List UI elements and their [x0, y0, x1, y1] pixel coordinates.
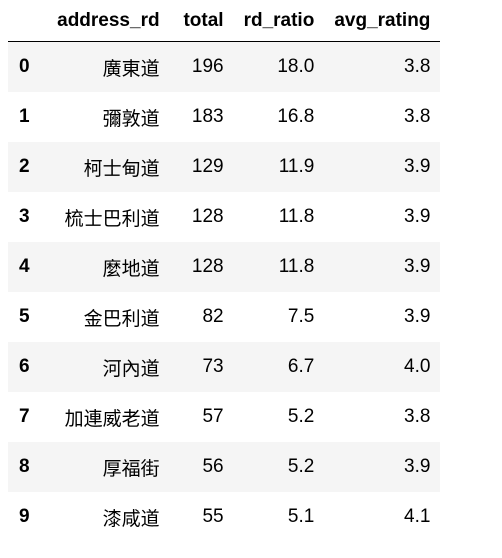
- cell-address-rd: 河內道: [37, 342, 170, 392]
- row-index: 2: [8, 142, 38, 192]
- cell-rd-ratio: 18.0: [233, 41, 325, 92]
- cell-address-rd: 彌敦道: [37, 92, 170, 142]
- column-header-total: total: [169, 0, 234, 42]
- cell-avg-rating: 3.8: [324, 92, 441, 142]
- column-header-avg-rating: avg_rating: [324, 0, 441, 42]
- table-header: address_rd total rd_ratio avg_rating: [8, 0, 441, 42]
- index-header: [8, 0, 38, 42]
- cell-total: 82: [169, 292, 234, 342]
- cell-address-rd: 柯士甸道: [37, 142, 170, 192]
- cell-total: 128: [169, 192, 234, 242]
- table-row: 5 金巴利道 82 7.5 3.9: [8, 292, 441, 342]
- cell-rd-ratio: 11.9: [233, 142, 325, 192]
- cell-total: 73: [169, 342, 234, 392]
- cell-avg-rating: 3.8: [324, 41, 441, 92]
- row-index: 3: [8, 192, 38, 242]
- column-header-address-rd: address_rd: [37, 0, 170, 42]
- cell-rd-ratio: 6.7: [233, 342, 325, 392]
- cell-rd-ratio: 5.1: [233, 492, 325, 542]
- table-row: 2 柯士甸道 129 11.9 3.9: [8, 142, 441, 192]
- cell-total: 55: [169, 492, 234, 542]
- cell-avg-rating: 3.9: [324, 192, 441, 242]
- cell-rd-ratio: 5.2: [233, 392, 325, 442]
- cell-total: 56: [169, 442, 234, 492]
- cell-avg-rating: 4.0: [324, 342, 441, 392]
- dataframe-table: address_rd total rd_ratio avg_rating 0 廣…: [8, 0, 441, 542]
- cell-rd-ratio: 5.2: [233, 442, 325, 492]
- cell-rd-ratio: 7.5: [233, 292, 325, 342]
- column-header-rd-ratio: rd_ratio: [233, 0, 325, 42]
- cell-rd-ratio: 16.8: [233, 92, 325, 142]
- table-row: 8 厚福街 56 5.2 3.9: [8, 442, 441, 492]
- cell-total: 183: [169, 92, 234, 142]
- cell-rd-ratio: 11.8: [233, 192, 325, 242]
- cell-avg-rating: 3.9: [324, 442, 441, 492]
- row-index: 1: [8, 92, 38, 142]
- cell-address-rd: 漆咸道: [37, 492, 170, 542]
- cell-address-rd: 厚福街: [37, 442, 170, 492]
- table-row: 3 梳士巴利道 128 11.8 3.9: [8, 192, 441, 242]
- cell-avg-rating: 3.9: [324, 242, 441, 292]
- cell-address-rd: 加連威老道: [37, 392, 170, 442]
- table-body: 0 廣東道 196 18.0 3.8 1 彌敦道 183 16.8 3.8 2 …: [8, 41, 441, 542]
- cell-address-rd: 金巴利道: [37, 292, 170, 342]
- cell-address-rd: 梳士巴利道: [37, 192, 170, 242]
- table-row: 7 加連威老道 57 5.2 3.8: [8, 392, 441, 442]
- cell-avg-rating: 4.1: [324, 492, 441, 542]
- header-row: address_rd total rd_ratio avg_rating: [8, 0, 441, 42]
- cell-address-rd: 麼地道: [37, 242, 170, 292]
- cell-total: 57: [169, 392, 234, 442]
- cell-total: 196: [169, 41, 234, 92]
- row-index: 9: [8, 492, 38, 542]
- row-index: 8: [8, 442, 38, 492]
- cell-address-rd: 廣東道: [37, 41, 170, 92]
- cell-avg-rating: 3.8: [324, 392, 441, 442]
- cell-total: 129: [169, 142, 234, 192]
- cell-total: 128: [169, 242, 234, 292]
- cell-avg-rating: 3.9: [324, 292, 441, 342]
- table-row: 9 漆咸道 55 5.1 4.1: [8, 492, 441, 542]
- table-row: 1 彌敦道 183 16.8 3.8: [8, 92, 441, 142]
- row-index: 7: [8, 392, 38, 442]
- table-row: 4 麼地道 128 11.8 3.9: [8, 242, 441, 292]
- row-index: 4: [8, 242, 38, 292]
- row-index: 0: [8, 41, 38, 92]
- table-row: 6 河內道 73 6.7 4.0: [8, 342, 441, 392]
- table-row: 0 廣東道 196 18.0 3.8: [8, 41, 441, 92]
- cell-avg-rating: 3.9: [324, 142, 441, 192]
- row-index: 5: [8, 292, 38, 342]
- cell-rd-ratio: 11.8: [233, 242, 325, 292]
- row-index: 6: [8, 342, 38, 392]
